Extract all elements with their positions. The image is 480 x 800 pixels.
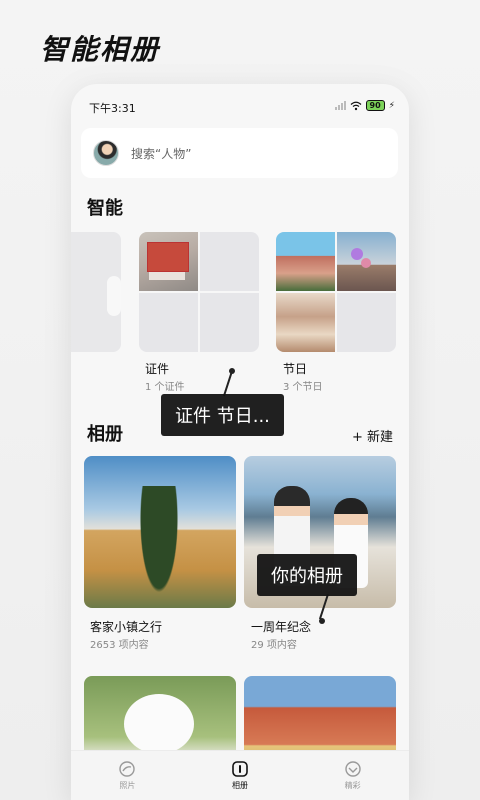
tab-albums-label: 相册 — [231, 781, 248, 790]
signal-icon — [334, 101, 346, 110]
bottom-tab-bar: 照片 相册 精彩 — [71, 750, 409, 800]
status-time: 下午3:31 — [89, 102, 136, 115]
smart-section-title: 智能 — [87, 198, 123, 219]
charging-icon: ⚡ — [388, 100, 395, 111]
document-thumbnail — [139, 232, 198, 291]
albums-tooltip: 你的相册 — [257, 554, 357, 596]
album-cover-hakka-town[interactable] — [84, 456, 236, 608]
album-count: 29 项内容 — [251, 640, 297, 651]
smart-card-festivals[interactable] — [276, 232, 396, 352]
smart-card-documents-count: 1 个证件 — [145, 382, 185, 393]
smart-card-documents[interactable] — [139, 232, 259, 352]
tab-albums[interactable]: 相册 — [200, 760, 280, 791]
album-name: 一周年纪念 — [251, 620, 312, 634]
smart-tooltip: 证件 节日... — [161, 394, 284, 436]
smart-card-documents-name: 证件 — [145, 362, 170, 376]
status-bar: 下午3:31 90 ⚡ — [71, 84, 409, 124]
smart-card-partial[interactable] — [71, 232, 121, 352]
album-count: 2653 项内容 — [90, 640, 149, 651]
smart-card-festivals-name: 节日 — [283, 362, 308, 376]
avatar[interactable] — [93, 140, 119, 166]
festival-thumbnail — [337, 232, 396, 291]
albums-section-title: 相册 — [87, 424, 123, 445]
wifi-icon — [350, 101, 361, 110]
phone-screen: 下午3:31 90 ⚡ 搜索“人物” 智能 证件 1 个证件 节日 3 个节日 … — [71, 84, 409, 800]
highlights-icon — [344, 760, 362, 778]
smart-card-festivals-count: 3 个节日 — [283, 382, 323, 393]
album-name: 客家小镇之行 — [90, 620, 163, 634]
battery-icon: 90 — [365, 100, 385, 111]
search-input[interactable]: 搜索“人物” — [131, 145, 191, 162]
festival-thumbnail — [276, 232, 335, 291]
promo-title: 智能相册 — [40, 33, 161, 66]
photos-icon — [118, 760, 136, 778]
tab-highlights-label: 精彩 — [344, 781, 361, 790]
festival-thumbnail — [276, 293, 335, 352]
smart-cards-row[interactable]: 证件 1 个证件 节日 3 个节日 — [71, 232, 409, 393]
tab-photos-label: 照片 — [119, 781, 136, 790]
tab-photos[interactable]: 照片 — [87, 760, 167, 791]
tab-highlights[interactable]: 精彩 — [313, 760, 393, 791]
new-album-button[interactable]: + 新建 — [352, 426, 393, 445]
status-indicators: 90 ⚡ — [334, 100, 395, 111]
albums-icon — [231, 760, 249, 778]
search-bar[interactable]: 搜索“人物” — [81, 128, 398, 178]
